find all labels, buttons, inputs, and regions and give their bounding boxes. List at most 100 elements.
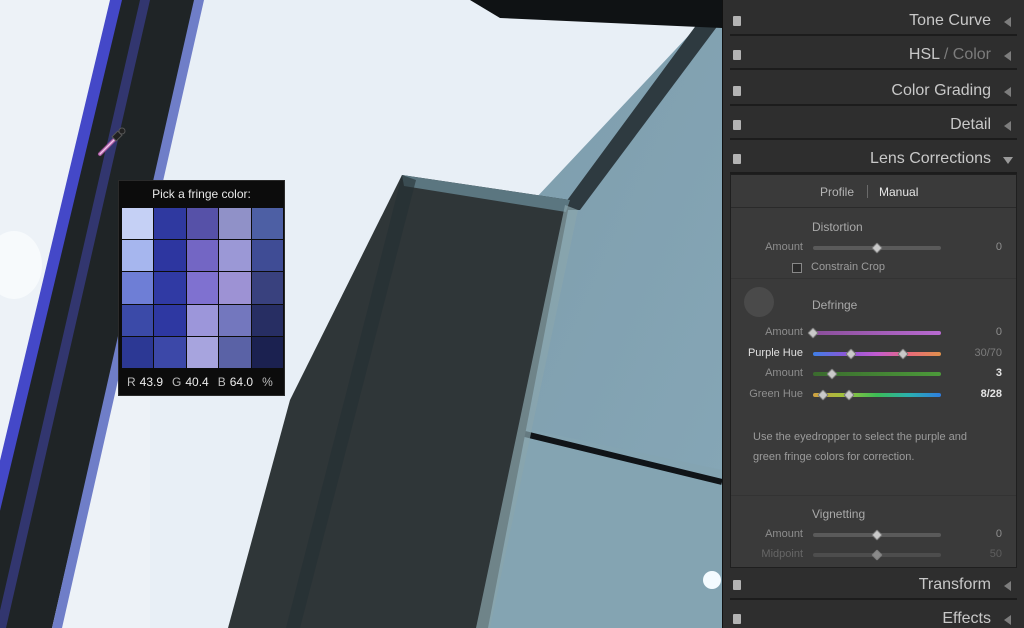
section-tone-curve[interactable]: Tone Curve [730, 6, 1017, 36]
r-value: 43.9 [139, 375, 164, 389]
section-title: HSL / Color [909, 46, 991, 64]
vignetting-amount-slider[interactable] [813, 529, 941, 541]
fringe-swatch[interactable] [219, 240, 251, 272]
fringe-swatch[interactable] [186, 240, 219, 272]
hsl-tab[interactable]: HSL [909, 46, 940, 63]
distortion-amount-label: Amount [765, 241, 803, 253]
expand-arrow-icon[interactable] [1003, 157, 1013, 164]
slider-thumb[interactable] [871, 549, 883, 561]
photo-image [0, 0, 722, 628]
fringe-swatch[interactable] [219, 336, 251, 368]
defringe-help-text: Use the eyedropper to select the purple … [753, 431, 968, 463]
fringe-swatch[interactable] [251, 272, 283, 304]
panel-switch-icon[interactable] [733, 580, 741, 590]
tab-profile[interactable]: Profile [820, 185, 854, 199]
slider-thumb-low[interactable] [845, 348, 858, 360]
section-hsl-color[interactable]: HSL / Color [730, 40, 1017, 70]
vignetting-midpoint-label: Midpoint [761, 548, 803, 560]
collapse-arrow-icon[interactable] [1004, 87, 1011, 97]
slider-thumb[interactable] [826, 368, 838, 380]
slider-thumb[interactable] [871, 242, 883, 254]
vignetting-midpoint-value[interactable]: 50 [952, 548, 1002, 560]
rgb-readout: R 43.9 G 40.4 B 64.0 % [127, 375, 278, 389]
fringe-swatch[interactable] [219, 272, 251, 304]
percent-unit: % [262, 375, 273, 389]
distortion-amount-slider[interactable] [813, 242, 941, 254]
purple-amount-value[interactable]: 0 [952, 326, 1002, 338]
g-value: 40.4 [185, 375, 209, 389]
slider-thumb-high[interactable] [896, 348, 909, 360]
fringe-color-picker[interactable]: Pick a fringe color: R 43.9 G 40.4 B 64.0 % [118, 180, 285, 396]
section-transform[interactable]: Transform [730, 570, 1017, 600]
collapse-arrow-icon[interactable] [1004, 615, 1011, 625]
vignetting-amount-value[interactable]: 0 [952, 528, 1002, 540]
fringe-swatch[interactable] [122, 336, 154, 368]
tab-manual[interactable]: Manual [879, 185, 918, 199]
develop-right-panel: Tone Curve HSL / Color Color Grading Det… [722, 0, 1024, 628]
green-hue-slider[interactable] [813, 389, 941, 401]
distortion-title: Distortion [812, 220, 863, 234]
lens-corrections-body: Profile Manual Distortion Amount 0 Const… [730, 174, 1017, 568]
fringe-swatch[interactable] [154, 336, 186, 368]
fringe-swatch[interactable] [154, 304, 186, 336]
panel-switch-icon[interactable] [733, 16, 741, 26]
fringe-swatch[interactable] [251, 240, 283, 272]
fringe-swatch[interactable] [154, 272, 186, 304]
defringe-title: Defringe [812, 298, 858, 312]
green-amount-value[interactable]: 3 [952, 367, 1002, 379]
collapse-arrow-icon[interactable] [1004, 17, 1011, 27]
fringe-swatch[interactable] [251, 336, 283, 368]
hsl-separator: / [939, 46, 953, 63]
fringe-swatch[interactable] [122, 240, 154, 272]
fringe-swatch[interactable] [154, 240, 186, 272]
green-hue-value[interactable]: 8/28 [952, 388, 1002, 400]
slider-thumb-low[interactable] [817, 389, 829, 401]
fringe-swatch[interactable] [219, 208, 251, 240]
green-hue-label: Green Hue [749, 388, 803, 400]
fringe-swatch[interactable] [251, 304, 283, 336]
fringe-swatch[interactable] [122, 208, 154, 240]
section-color-grading[interactable]: Color Grading [730, 76, 1017, 106]
collapse-arrow-icon[interactable] [1004, 581, 1011, 591]
section-detail[interactable]: Detail [730, 110, 1017, 140]
slider-thumb[interactable] [871, 529, 883, 541]
section-title: Detail [950, 116, 991, 133]
slider-thumb-high[interactable] [843, 389, 855, 401]
section-effects[interactable]: Effects [730, 604, 1017, 628]
constrain-crop-label: Constrain Crop [811, 261, 885, 273]
fringe-swatch[interactable] [186, 272, 219, 304]
photo-canvas[interactable]: Pick a fringe color: R 43.9 G 40.4 B 64.0 % [0, 0, 722, 628]
green-amount-slider[interactable] [813, 368, 941, 380]
defringe-eyedropper-target[interactable] [744, 287, 774, 317]
panel-switch-icon[interactable] [733, 614, 741, 624]
purple-amount-slider[interactable] [807, 327, 941, 339]
fringe-swatch[interactable] [122, 272, 154, 304]
slider-thumb[interactable] [807, 327, 819, 339]
fringe-swatch[interactable] [122, 304, 154, 336]
color-tab[interactable]: Color [953, 46, 991, 63]
divider [731, 495, 1016, 496]
collapse-arrow-icon[interactable] [1004, 51, 1011, 61]
section-title: Effects [942, 610, 991, 627]
section-title: Color Grading [891, 82, 991, 99]
fringe-swatch[interactable] [186, 208, 219, 240]
panel-switch-icon[interactable] [733, 86, 741, 96]
fringe-swatch[interactable] [154, 208, 186, 240]
swatch-grid[interactable] [122, 208, 283, 368]
panel-switch-icon[interactable] [733, 50, 741, 60]
fringe-swatch[interactable] [219, 304, 251, 336]
fringe-swatch[interactable] [251, 208, 283, 240]
fringe-swatch[interactable] [186, 336, 219, 368]
purple-hue-value[interactable]: 30/70 [952, 347, 1002, 359]
b-value: 64.0 [229, 375, 254, 389]
vignetting-midpoint-slider[interactable] [813, 549, 941, 561]
panel-switch-icon[interactable] [733, 120, 741, 130]
purple-hue-slider[interactable] [813, 348, 941, 360]
constrain-crop-checkbox[interactable] [792, 263, 802, 273]
fringe-swatch[interactable] [186, 304, 219, 336]
panel-switch-icon[interactable] [733, 154, 741, 164]
distortion-amount-value[interactable]: 0 [952, 241, 1002, 253]
section-lens-corrections[interactable]: Lens Corrections [730, 144, 1017, 174]
lens-tabs: Profile Manual [731, 175, 1016, 208]
collapse-arrow-icon[interactable] [1004, 121, 1011, 131]
